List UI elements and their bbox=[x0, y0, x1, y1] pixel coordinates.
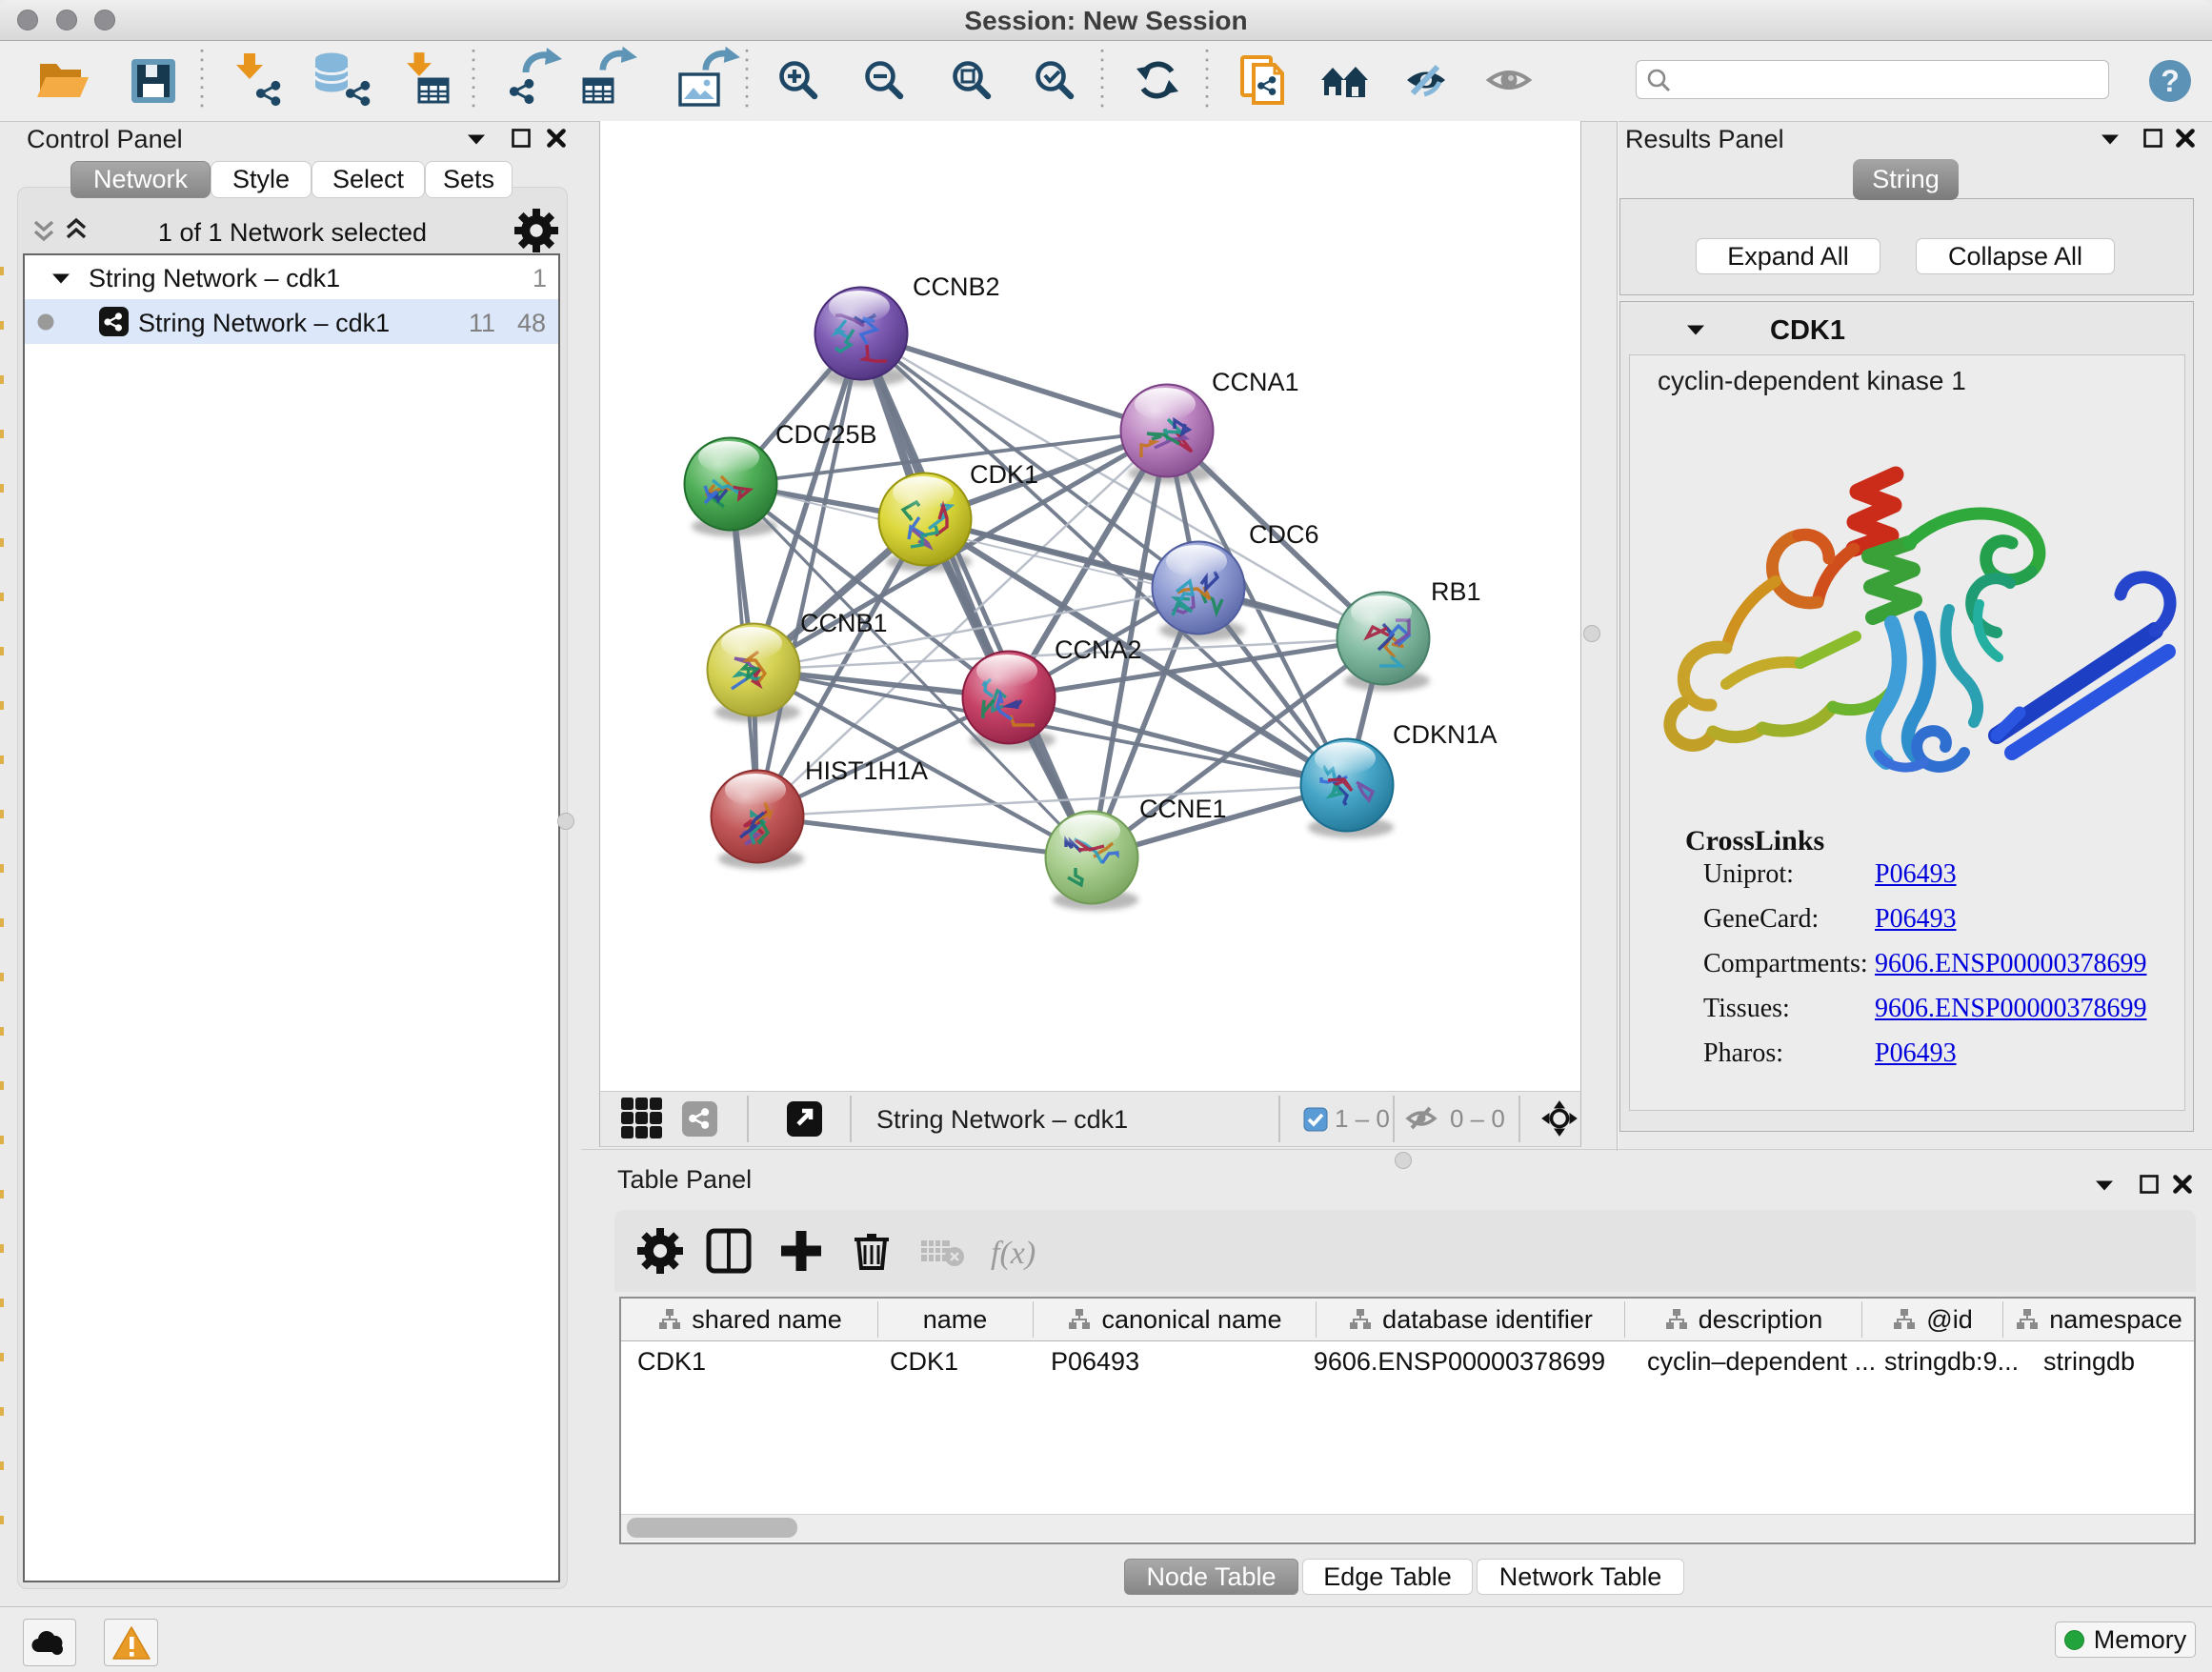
svg-text:CCNA2: CCNA2 bbox=[1055, 635, 1142, 664]
svg-text:CDK1: CDK1 bbox=[1770, 315, 1845, 346]
svg-text:String Network – cdk1: String Network – cdk1 bbox=[876, 1105, 1128, 1134]
svg-text:CCNB1: CCNB1 bbox=[800, 609, 888, 637]
svg-text:1 – 0: 1 – 0 bbox=[1335, 1104, 1390, 1133]
svg-text:HIST1H1A: HIST1H1A bbox=[805, 756, 928, 785]
svg-text:String Network – cdk1: String Network – cdk1 bbox=[89, 264, 340, 292]
svg-text:48: 48 bbox=[517, 309, 546, 337]
svg-text:CDKN1A: CDKN1A bbox=[1393, 720, 1498, 749]
svg-text:CDK1: CDK1 bbox=[970, 460, 1038, 489]
svg-text:CCNA1: CCNA1 bbox=[1212, 368, 1299, 396]
svg-text:CCNB2: CCNB2 bbox=[913, 272, 1000, 301]
svg-text:?: ? bbox=[2161, 64, 2180, 98]
svg-text:CCNE1: CCNE1 bbox=[1139, 795, 1227, 823]
svg-text:RB1: RB1 bbox=[1431, 577, 1481, 606]
svg-text:1: 1 bbox=[533, 264, 547, 292]
svg-text:String Network – cdk1: String Network – cdk1 bbox=[138, 309, 390, 337]
svg-text:11: 11 bbox=[469, 309, 495, 337]
svg-text:CDC25B: CDC25B bbox=[775, 420, 877, 449]
svg-text:0 – 0: 0 – 0 bbox=[1450, 1104, 1505, 1133]
svg-text:CDC6: CDC6 bbox=[1249, 520, 1319, 549]
svg-text:f(x): f(x) bbox=[991, 1236, 1036, 1271]
